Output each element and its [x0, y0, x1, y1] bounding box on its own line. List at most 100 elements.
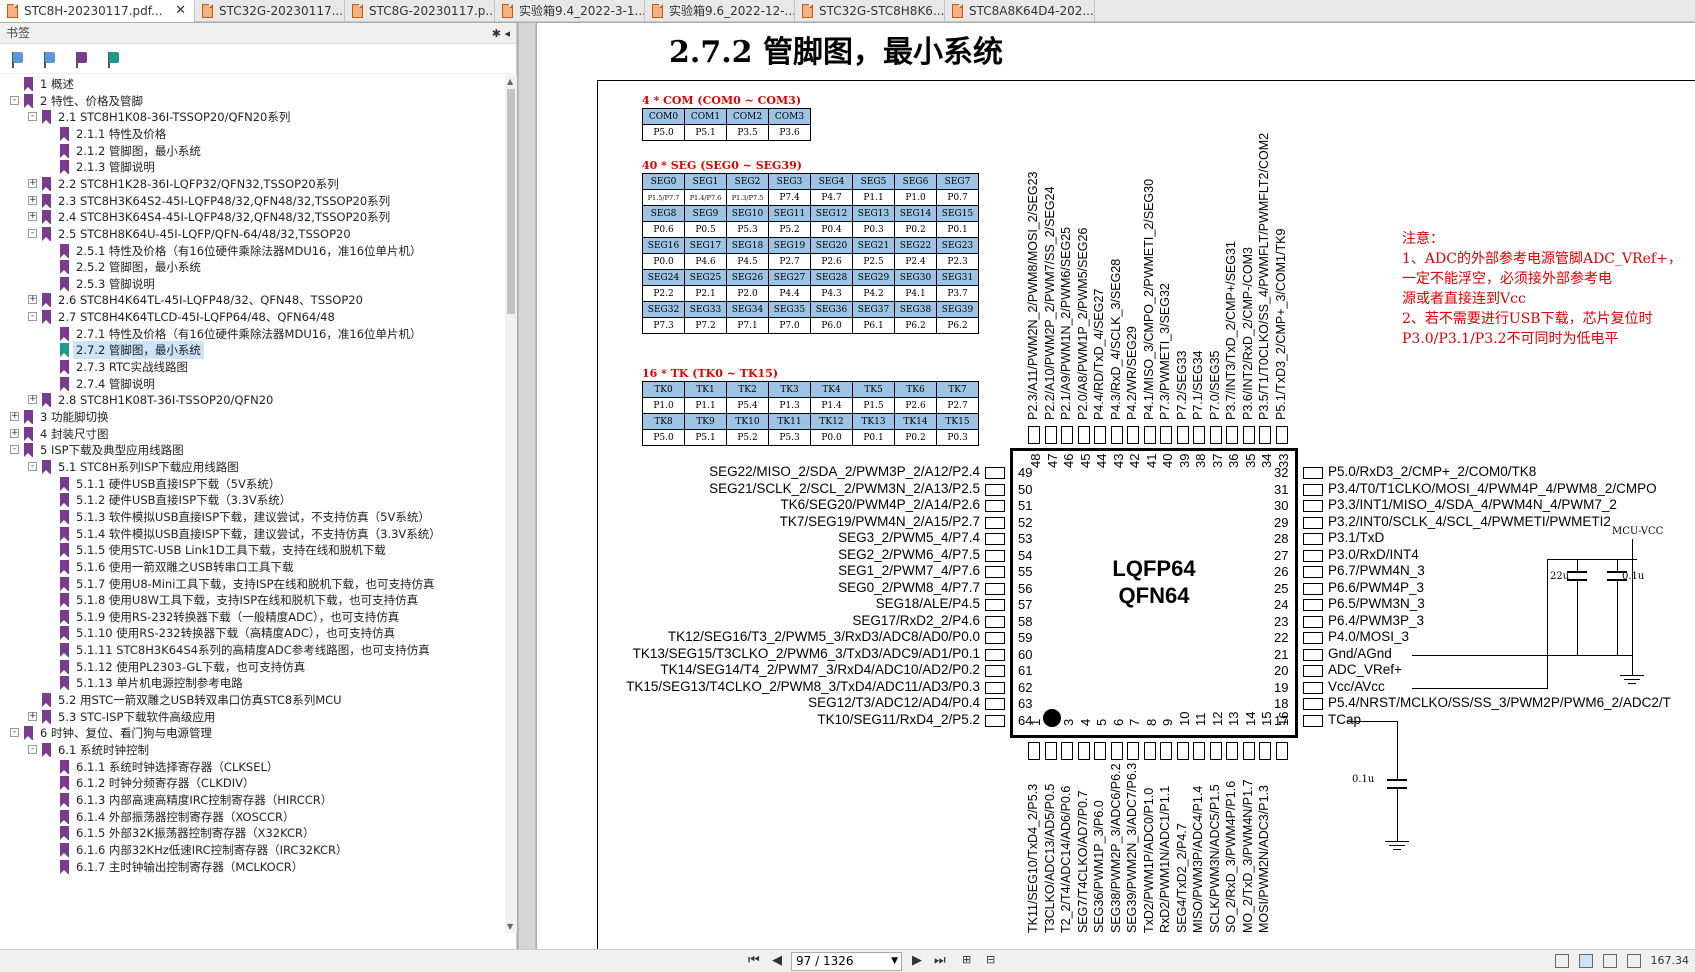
bookmark-item[interactable]: 5.1.11 STC8H3K64S4系列的高精度ADC参考线路图，也可支持仿真: [0, 641, 505, 659]
expander-icon[interactable]: -: [10, 445, 19, 455]
single-page-view-icon[interactable]: [1555, 954, 1569, 968]
tab-2[interactable]: STC8G-20230117.p...: [345, 0, 495, 22]
bookmark-item[interactable]: +2.3 STC8H3K64S2-45I-LQFP48/32,QFN48/32,…: [0, 192, 505, 210]
panel-splitter[interactable]: [518, 23, 536, 949]
bookmark-item[interactable]: 2.5.3 管脚说明: [0, 275, 505, 293]
bookmark-item[interactable]: - 5.1 STC8H系列ISP下载应用线路图: [0, 458, 505, 476]
fit-page-icon[interactable]: ⊞: [962, 953, 971, 966]
bookmark-item[interactable]: 5.1.10 使用RS-232转换器下载（高精度ADC），也可支持仿真: [0, 624, 505, 642]
prev-page-icon[interactable]: ◀: [772, 953, 782, 968]
bookmark-item[interactable]: 5.1.6 使用一箭双雕之USB转串口工具下载: [0, 558, 505, 576]
expander-icon[interactable]: -: [28, 312, 37, 322]
bookmark-item[interactable]: 5.1.8 使用U8W工具下载，支持ISP在线和脱机下载，也可支持仿真: [0, 591, 505, 609]
zoom-level[interactable]: 167.34: [1651, 954, 1690, 967]
bookmark-item[interactable]: 1 概述: [0, 75, 505, 93]
bookmark-item[interactable]: 6.1.4 外部振荡器控制寄存器（XOSCCR）: [0, 808, 505, 826]
bookmark-item[interactable]: 5.1.2 硬件USB直接ISP下载（3.3V系统）: [0, 491, 505, 509]
two-page-view-icon[interactable]: [1603, 954, 1617, 968]
bookmark-item[interactable]: 5.1.7 使用U8-Mini工具下载，支持ISP在线和脱机下载，也可支持仿真: [0, 575, 505, 593]
bookmark-item[interactable]: 2.5.1 特性及价格（有16位硬件乘除法器MDU16，准16位单片机）: [0, 242, 505, 260]
bookmark-scrollbar[interactable]: ▲ ▼: [505, 75, 517, 933]
book-view-icon[interactable]: [1627, 954, 1641, 968]
tab-6[interactable]: STC8A8K64D4-202...: [945, 0, 1095, 22]
add-bookmark-icon[interactable]: [72, 50, 92, 70]
tab-1[interactable]: STC32G-20230117....: [195, 0, 345, 22]
tab-3[interactable]: 实验箱9.4_2022-3-1...: [495, 0, 645, 22]
bookmark-item[interactable]: 6.1.7 主时钟输出控制寄存器（MCLKOCR）: [0, 858, 505, 876]
scroll-down-icon[interactable]: ▼: [507, 922, 513, 931]
expander-icon[interactable]: +: [28, 711, 37, 721]
continuous-view-icon[interactable]: [1579, 954, 1593, 968]
expander-icon[interactable]: +: [10, 428, 19, 438]
bookmark-item[interactable]: +3 功能脚切换: [0, 408, 505, 426]
expand-bookmark-icon[interactable]: [8, 50, 28, 70]
next-page-icon[interactable]: ▶: [912, 953, 922, 968]
bookmark-item[interactable]: +4 封装尺寸图: [0, 425, 505, 443]
bookmark-item[interactable]: - 2.7 STC8H4K64TLCD-45I-LQFP64/48、QFN64/4…: [0, 308, 505, 326]
tab-4[interactable]: 实验箱9.6_2022-12-...: [645, 0, 795, 22]
pin-number: 14: [1242, 711, 1258, 726]
expander-icon[interactable]: -: [28, 461, 37, 471]
last-page-icon[interactable]: ⏭: [934, 953, 946, 968]
expander-icon[interactable]: -: [28, 228, 37, 238]
bookmark-item[interactable]: 2.7.1 特性及价格（有16位硬件乘除法器MDU16，准16位单片机）: [0, 325, 505, 343]
scroll-thumb[interactable]: [507, 89, 515, 314]
bookmark-item[interactable]: +2.4 STC8H3K64S4-45I-LQFP48/32,QFN48/32,…: [0, 208, 505, 226]
expander-icon[interactable]: +: [10, 412, 19, 421]
tab-0[interactable]: STC8H-20230117.pdf... ✕: [0, 0, 195, 22]
document-view[interactable]: 2.7.2 管脚图，最小系统 4 * COM (COM0 ~ COM3) COM0…: [537, 23, 1695, 949]
bookmark-item[interactable]: +2.8 STC8H1K08T-36I-TSSOP20/QFN20: [0, 391, 505, 409]
expander-icon[interactable]: -: [10, 728, 19, 738]
bookmark-item[interactable]: 5.1.9 使用RS-232转换器下载（一般精度ADC），也可支持仿真: [0, 608, 505, 626]
page-number-field[interactable]: 97 / 1326 ▼: [791, 952, 902, 971]
bookmark-item[interactable]: 2.1.1 特性及价格: [0, 125, 505, 143]
bookmark-item[interactable]: 5.1.5 使用STC-USB Link1D工具下载，支持在线和脱机下载: [0, 541, 505, 559]
expander-icon[interactable]: -: [28, 112, 37, 122]
bookmark-item[interactable]: 6.1.6 内部32KHz低速IRC控制寄存器（IRC32KCR）: [0, 841, 505, 859]
bookmark-icon: [60, 476, 69, 491]
expander-icon[interactable]: +: [28, 212, 37, 222]
first-page-icon[interactable]: ⏮: [748, 953, 760, 968]
expander-icon[interactable]: -: [28, 745, 37, 754]
bookmark-item[interactable]: 5.1.1 硬件USB直接ISP下载（5V系统）: [0, 475, 505, 493]
expander-icon[interactable]: +: [28, 295, 37, 305]
expander-icon[interactable]: -: [10, 95, 19, 105]
chevron-down-icon[interactable]: ▼: [891, 953, 898, 970]
tab-5[interactable]: STC32G-STC8H8K6...: [795, 0, 945, 22]
bookmark-item[interactable]: 2.7.4 管脚说明: [0, 375, 505, 393]
bookmark-item[interactable]: 2.7.2 管脚图，最小系统: [0, 341, 505, 360]
bookmark-item[interactable]: 2.1.2 管脚图，最小系统: [0, 142, 505, 160]
bookmark-item[interactable]: 6.1.3 内部高速高精度IRC控制寄存器（HIRCCR）: [0, 791, 505, 809]
bookmark-item[interactable]: - 2.1 STC8H1K08-36I-TSSOP20/QFN20系列: [0, 108, 505, 126]
bookmark-item[interactable]: 5.1.4 软件模拟USB直接ISP下载，建议尝试，不支持仿真（3.3V系统）: [0, 525, 505, 543]
bookmark-item[interactable]: +5.3 STC-ISP下载软件高级应用: [0, 708, 505, 726]
scroll-up-icon[interactable]: ▲: [507, 77, 513, 86]
bookmark-item[interactable]: 2.1.3 管脚说明: [0, 158, 505, 176]
bookmark-item[interactable]: +2.6 STC8H4K64TL-45I-LQFP48/32、QFN48、TSS…: [0, 291, 505, 309]
bookmark-item[interactable]: - 2.5 STC8H8K64U-45I-LQFP/QFN-64/48/32,TS…: [0, 225, 505, 243]
bookmark-item[interactable]: 5.1.13 单片机电源控制参考电路: [0, 674, 505, 692]
expander-icon[interactable]: +: [28, 195, 37, 205]
find-bookmark-icon[interactable]: [104, 50, 124, 70]
bookmark-item[interactable]: +2.2 STC8H1K28-36I-LQFP32/QFN32,TSSOP20系…: [0, 175, 505, 193]
bookmark-item[interactable]: 5.1.12 使用PL2303-GL下载，也可支持仿真: [0, 658, 505, 676]
bookmark-item[interactable]: 5.2 用STC一箭双雕之USB转双串口仿真STC8系列MCU: [0, 691, 505, 709]
panel-controls[interactable]: ✱ ◂: [492, 23, 510, 44]
close-tab-icon[interactable]: ✕: [175, 0, 186, 22]
expander-icon[interactable]: +: [28, 178, 37, 188]
collapse-bookmark-icon[interactable]: [40, 50, 60, 70]
bookmark-icon: [24, 410, 33, 424]
bookmark-item[interactable]: - 6.1 系统时钟控制: [0, 741, 505, 759]
bookmark-item[interactable]: - 2 特性、价格及管脚: [0, 92, 505, 110]
bookmark-item[interactable]: - 5 ISP下载及典型应用线路图: [0, 441, 505, 459]
bookmark-item[interactable]: 2.5.2 管脚图，最小系统: [0, 258, 505, 276]
bookmark-item[interactable]: 6.1.1 系统时钟选择寄存器（CLKSEL）: [0, 758, 505, 776]
fit-width-icon[interactable]: ⊟: [986, 953, 995, 966]
bookmark-item[interactable]: 2.7.3 RTC实战线路图: [0, 358, 505, 376]
expander-icon[interactable]: +: [28, 395, 37, 405]
bookmark-item[interactable]: - 6 时钟、复位、看门狗与电源管理: [0, 724, 505, 742]
bookmark-item[interactable]: 6.1.5 外部32K振荡器控制寄存器（X32KCR）: [0, 824, 505, 842]
bookmark-item[interactable]: 6.1.2 时钟分频寄存器（CLKDIV）: [0, 774, 505, 792]
bookmark-item[interactable]: 5.1.3 软件模拟USB直接ISP下载，建议尝试，不支持仿真（5V系统）: [0, 508, 505, 526]
table-cell: P4.2: [852, 285, 895, 302]
